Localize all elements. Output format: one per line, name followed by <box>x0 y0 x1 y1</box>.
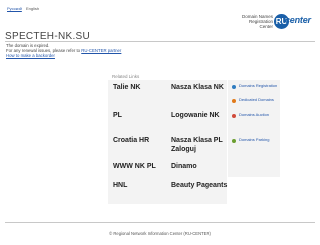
related-link[interactable]: Nasza Klasa PL Zaloguj <box>171 136 229 154</box>
related-link[interactable]: Beauty Pageants <box>171 181 229 190</box>
related-link[interactable]: Dinamo <box>171 162 229 171</box>
services-sidebar: Domains Registration Dedicated Domains D… <box>228 80 280 177</box>
sidebar-item-dedicated-domains[interactable]: Dedicated Domains <box>232 97 274 103</box>
backorder-link[interactable]: How to make a backorder <box>6 53 55 58</box>
lang-ru-link[interactable]: Русский <box>7 6 22 11</box>
language-switcher: Русский English <box>7 6 39 11</box>
related-links-panel: Talie NK Nasza Klasa NK PL Logowanie NK … <box>108 80 227 204</box>
sidebar-item-domains-parking[interactable]: Domains Parking <box>232 137 270 143</box>
globe-icon <box>232 85 236 89</box>
related-links-heading: Related Links <box>112 74 140 79</box>
lang-en-label: English <box>25 6 40 11</box>
related-link[interactable]: PL <box>113 111 171 120</box>
registration-center-caption: Domain Names Registration Center <box>213 14 273 30</box>
related-link[interactable]: Talie NK <box>113 83 171 92</box>
auction-icon <box>232 114 236 118</box>
footer-divider <box>5 222 315 223</box>
ru-center-logo-word[interactable]: center <box>285 15 311 25</box>
related-link[interactable]: Nasza Klasa NK <box>171 83 229 92</box>
reg-line: Center <box>259 24 273 30</box>
renewal-partner-link[interactable]: RU-CENTER partner <box>81 48 121 53</box>
sidebar-item-label: Domains Auction <box>239 112 270 117</box>
sidebar-item-label: Domains Parking <box>239 137 270 142</box>
related-link[interactable]: Logowanie NK <box>171 111 229 120</box>
related-link[interactable]: HNL <box>113 181 171 190</box>
server-icon <box>232 99 236 103</box>
sidebar-item-domains-registration[interactable]: Domains Registration <box>232 83 278 89</box>
sidebar-item-label: Dedicated Domains <box>239 97 274 102</box>
footer-copyright: © Regional Network Information Center (R… <box>109 231 211 236</box>
domain-info: The domain is expired. For any renewal i… <box>6 43 121 59</box>
header-divider <box>5 41 315 42</box>
parking-icon <box>232 139 236 143</box>
sidebar-item-domains-auction[interactable]: Domains Auction <box>232 112 270 118</box>
related-link[interactable]: WWW NK PL <box>113 162 171 171</box>
sidebar-item-label: Domains Registration <box>239 83 278 88</box>
related-link[interactable]: Croatia HR <box>113 136 171 145</box>
